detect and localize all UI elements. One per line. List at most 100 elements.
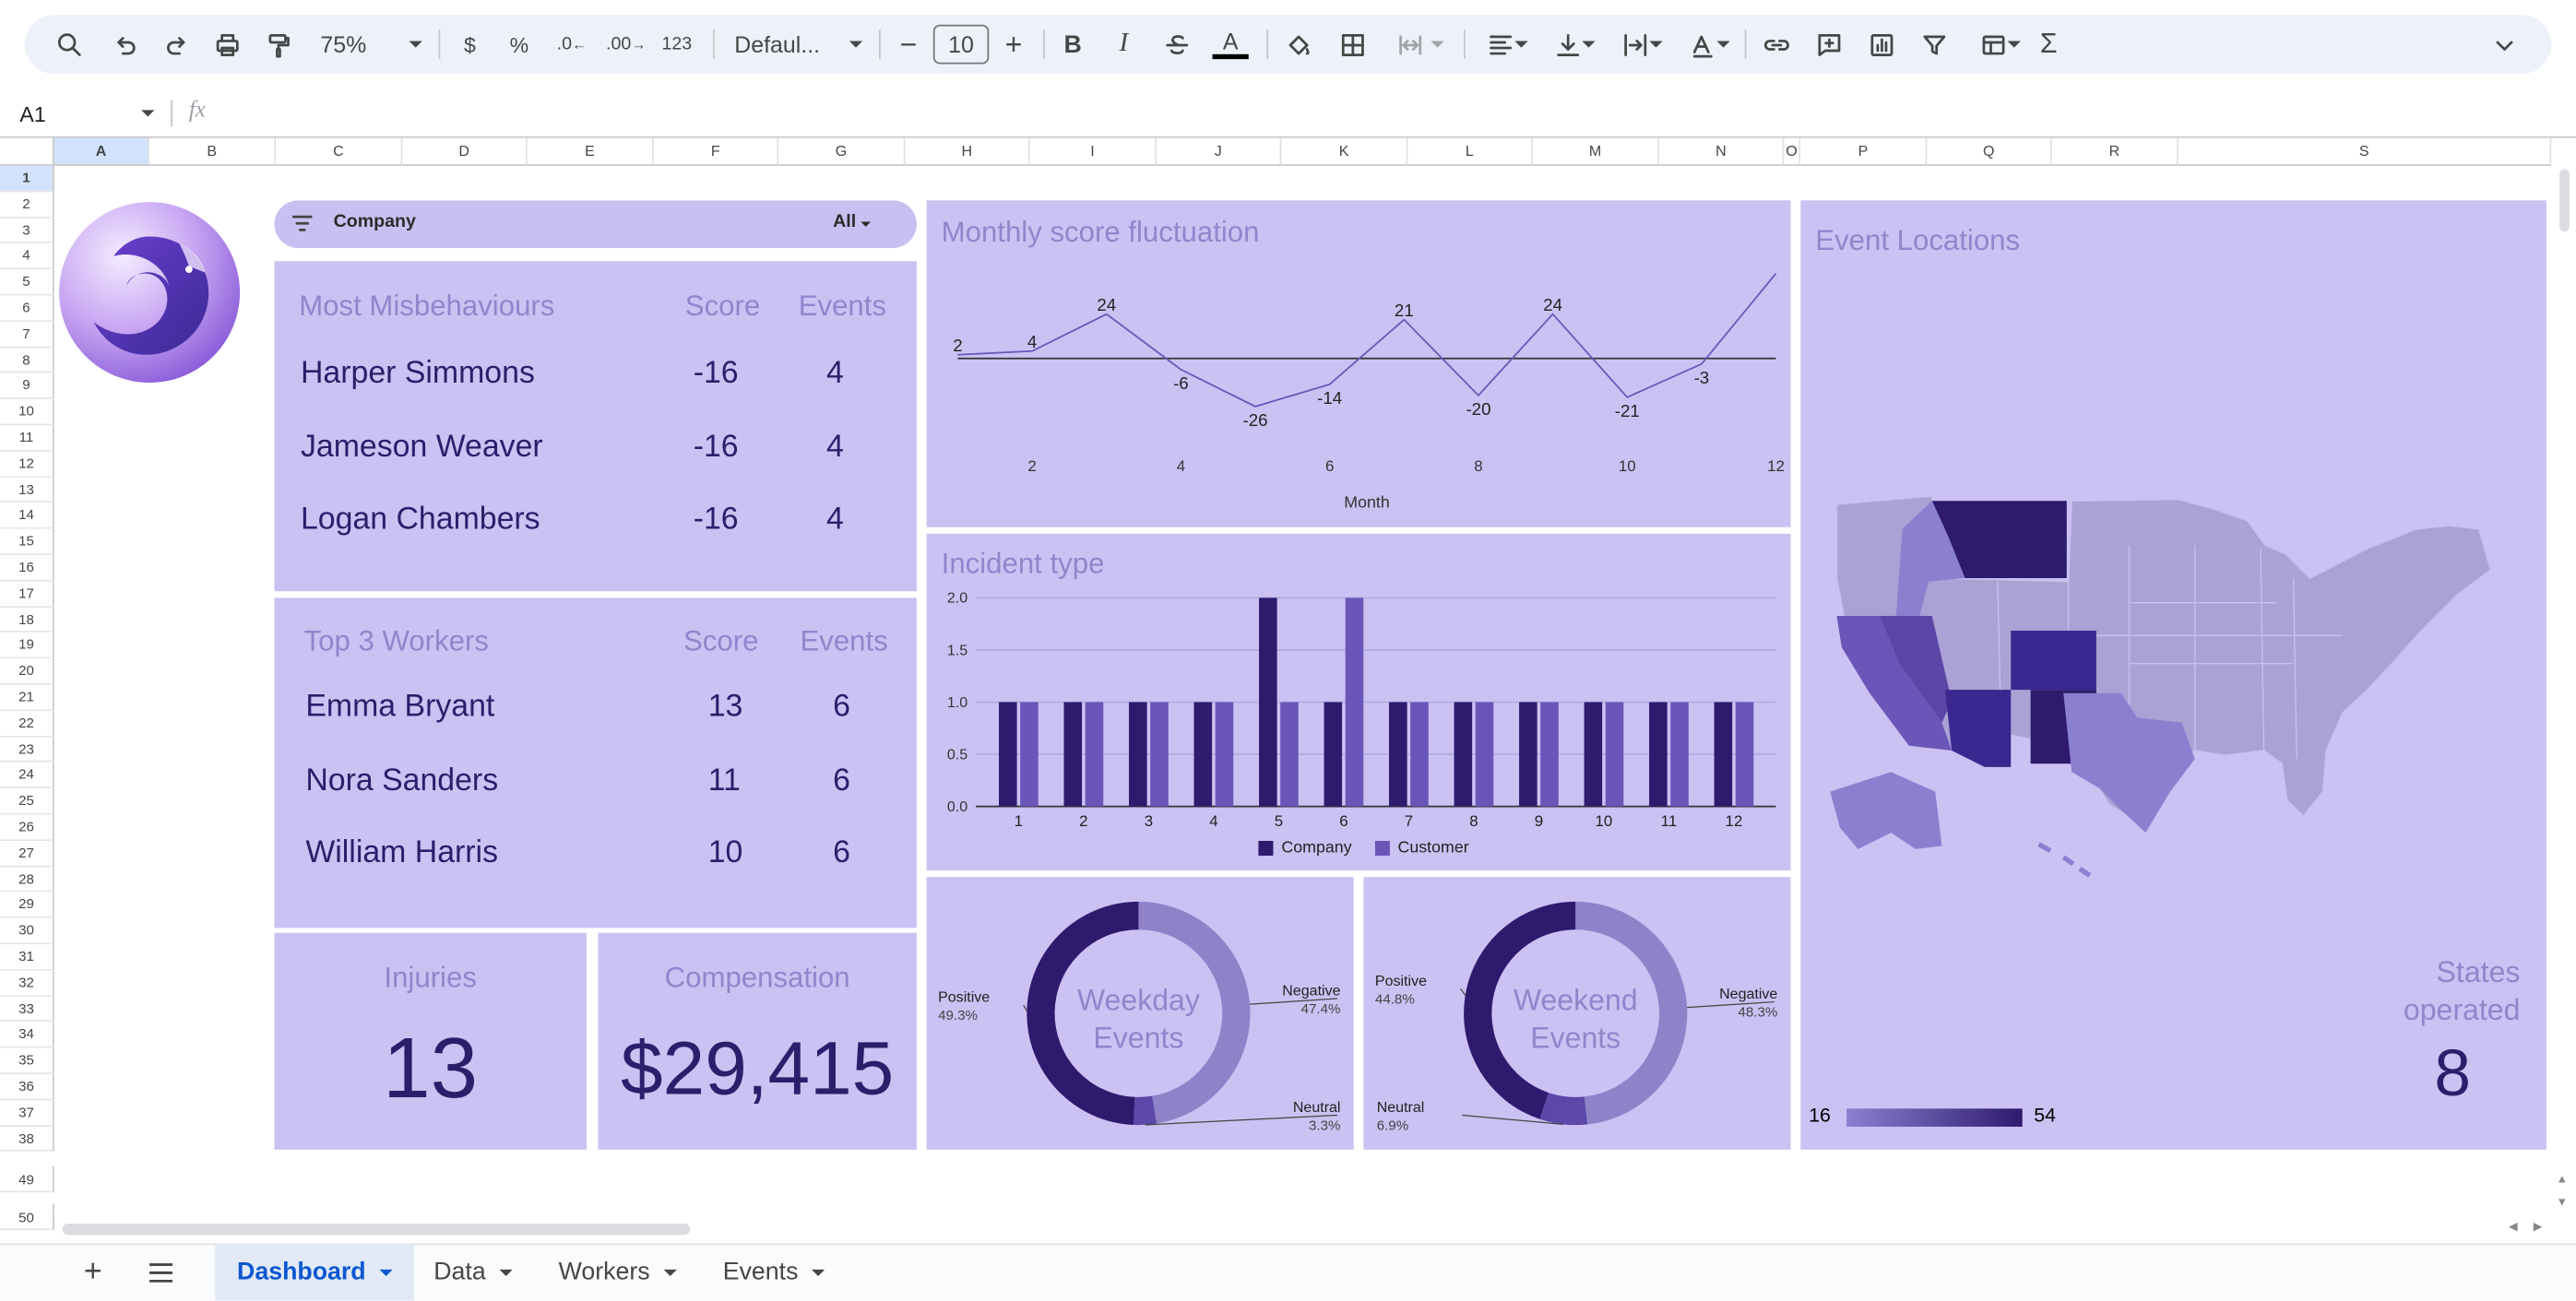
- event-locations-panel[interactable]: Event Locations States operated 8 16 54: [1800, 200, 2546, 1150]
- row-header[interactable]: 21: [0, 684, 54, 711]
- row-header[interactable]: 19: [0, 633, 54, 659]
- create-filter-button[interactable]: [1916, 15, 1952, 74]
- filter-views-button[interactable]: [1968, 15, 2031, 74]
- percent-format-button[interactable]: %: [505, 15, 534, 74]
- row-header[interactable]: 13: [0, 477, 54, 503]
- row-header[interactable]: 23: [0, 737, 54, 763]
- font-select[interactable]: Defaul...: [731, 15, 866, 74]
- column-header[interactable]: H: [905, 137, 1030, 166]
- increase-decimal-button[interactable]: .00 →: [605, 15, 647, 74]
- row-header[interactable]: 2: [0, 192, 54, 219]
- add-sheet-button[interactable]: +: [84, 1243, 102, 1300]
- row-header[interactable]: 37: [0, 1100, 54, 1127]
- horizontal-scroll-thumb[interactable]: [62, 1224, 691, 1236]
- row-header[interactable]: 34: [0, 1022, 54, 1048]
- borders-button[interactable]: [1334, 15, 1370, 74]
- row-header[interactable]: 20: [0, 658, 54, 685]
- hide-menus-button[interactable]: [2486, 15, 2522, 74]
- row-header[interactable]: 9: [0, 373, 54, 400]
- row-header[interactable]: 31: [0, 944, 54, 971]
- row-header[interactable]: 24: [0, 763, 54, 789]
- column-header[interactable]: A: [53, 137, 150, 166]
- undo-button[interactable]: [107, 15, 143, 74]
- formula-input[interactable]: [230, 92, 2530, 135]
- row-header[interactable]: 1: [0, 165, 54, 193]
- row-header[interactable]: 8: [0, 347, 54, 374]
- tab-events[interactable]: Events: [723, 1243, 825, 1300]
- redo-button[interactable]: [158, 15, 194, 74]
- tab-workers[interactable]: Workers: [559, 1243, 677, 1300]
- insert-link-button[interactable]: [1758, 15, 1794, 74]
- scroll-right-icon[interactable]: ▶: [2534, 1220, 2543, 1233]
- column-header[interactable]: G: [778, 137, 906, 166]
- increase-font-size-button[interactable]: +: [1001, 15, 1027, 74]
- insert-comment-button[interactable]: [1810, 15, 1846, 74]
- paint-format-button[interactable]: [259, 15, 295, 74]
- row-header[interactable]: 10: [0, 399, 54, 426]
- decrease-font-size-button[interactable]: −: [896, 15, 922, 74]
- row-header[interactable]: 16: [0, 555, 54, 582]
- insert-chart-button[interactable]: [1863, 15, 1899, 74]
- horizontal-align-button[interactable]: [1477, 15, 1536, 74]
- column-header[interactable]: S: [2178, 137, 2552, 166]
- column-header[interactable]: O: [1784, 137, 1801, 166]
- column-header[interactable]: N: [1659, 137, 1785, 166]
- currency-format-button[interactable]: $: [455, 15, 484, 74]
- row-header[interactable]: 32: [0, 970, 54, 997]
- row-header[interactable]: 28: [0, 866, 54, 893]
- column-header[interactable]: P: [1800, 137, 1928, 166]
- column-header[interactable]: L: [1407, 137, 1533, 166]
- strikethrough-button[interactable]: [1161, 15, 1191, 74]
- row-header[interactable]: 50: [0, 1203, 54, 1231]
- column-header[interactable]: K: [1281, 137, 1408, 166]
- functions-button[interactable]: Σ: [2034, 15, 2063, 74]
- row-header[interactable]: 30: [0, 918, 54, 945]
- text-color-button[interactable]: A: [1211, 15, 1251, 74]
- row-header[interactable]: 12: [0, 451, 54, 478]
- vertical-align-button[interactable]: [1544, 15, 1603, 74]
- horizontal-scrollbar[interactable]: ◀ ▶: [54, 1220, 2552, 1239]
- row-header[interactable]: 18: [0, 607, 54, 633]
- row-header[interactable]: 49: [0, 1165, 54, 1193]
- row-header[interactable]: 33: [0, 996, 54, 1023]
- more-formats-button[interactable]: 123: [658, 15, 697, 74]
- italic-button[interactable]: I: [1110, 15, 1137, 74]
- name-box[interactable]: A1: [0, 92, 164, 135]
- weekend-events-chart[interactable]: Weekend Events Negative 48.3% Neutral 6.9% Pos…: [1363, 877, 1791, 1150]
- decrease-decimal-button[interactable]: .0 ←: [553, 15, 589, 74]
- text-rotation-button[interactable]: [1678, 15, 1740, 74]
- print-button[interactable]: [208, 15, 244, 74]
- column-header[interactable]: Q: [1927, 137, 2052, 166]
- row-header[interactable]: 5: [0, 269, 54, 296]
- tab-data[interactable]: Data: [433, 1243, 513, 1300]
- score-fluctuation-chart[interactable]: Monthly score fluctuation 2 4 24 -6 -26 -14 21…: [926, 200, 1791, 527]
- font-size-input[interactable]: 10: [932, 15, 990, 74]
- tab-dashboard[interactable]: Dashboard: [215, 1243, 414, 1301]
- row-header[interactable]: 36: [0, 1073, 54, 1101]
- column-header[interactable]: B: [149, 137, 277, 166]
- zoom-select[interactable]: 75%: [314, 15, 429, 74]
- column-header[interactable]: F: [653, 137, 779, 166]
- column-header[interactable]: D: [402, 137, 528, 166]
- search-menus-button[interactable]: [51, 15, 87, 74]
- row-header[interactable]: 4: [0, 243, 54, 270]
- bold-button[interactable]: B: [1060, 15, 1086, 74]
- scroll-left-icon[interactable]: ◀: [2509, 1220, 2518, 1233]
- vertical-scrollbar[interactable]: ▲ ▼: [2556, 165, 2573, 1217]
- text-wrapping-button[interactable]: [1610, 15, 1673, 74]
- row-header[interactable]: 14: [0, 503, 54, 529]
- incident-type-chart[interactable]: Incident type 0.0 0.5 1.0 1.5 2.0 1 2 3 4 5 6 7 8 9 10…: [926, 533, 1791, 871]
- weekday-events-chart[interactable]: Weekday Events Negative 47.4% Neutral 3.3% Pos…: [926, 877, 1354, 1150]
- column-header[interactable]: I: [1029, 137, 1157, 166]
- row-header[interactable]: 6: [0, 295, 54, 322]
- row-header[interactable]: 7: [0, 321, 54, 348]
- row-header[interactable]: 11: [0, 425, 54, 452]
- row-header[interactable]: 3: [0, 218, 54, 244]
- scroll-up-icon[interactable]: ▲: [2557, 1175, 2568, 1186]
- row-header[interactable]: 26: [0, 814, 54, 841]
- row-header[interactable]: 17: [0, 581, 54, 608]
- all-sheets-button[interactable]: [148, 1243, 174, 1300]
- row-header[interactable]: 25: [0, 788, 54, 815]
- fill-color-button[interactable]: [1280, 15, 1316, 74]
- row-header[interactable]: 15: [0, 528, 54, 556]
